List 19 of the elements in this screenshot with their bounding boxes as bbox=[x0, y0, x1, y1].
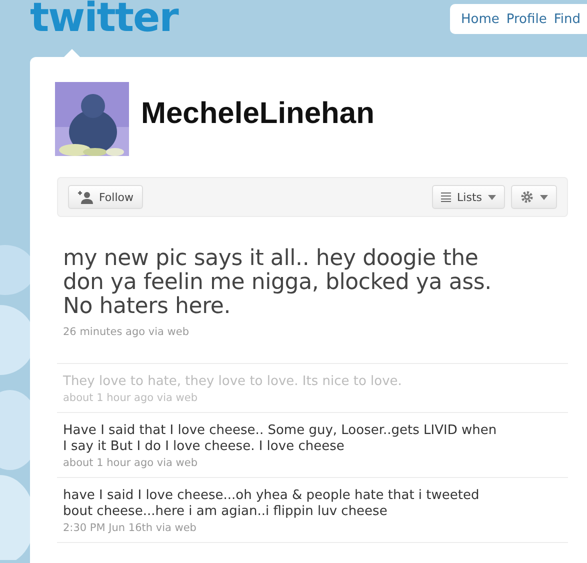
tweet-text: Have I said that I love cheese.. Some guy, Looser..gets LIVID when I say it But I do I love cheese. I love cheese bbox=[63, 423, 498, 455]
settings-icon bbox=[520, 190, 534, 204]
tweet-text: my new pic says it all.. hey doogie the don ya feelin me nigga, blocked ya ass. No haters here. bbox=[63, 247, 492, 319]
follow-button[interactable]: Follow bbox=[68, 185, 143, 209]
lists-button[interactable]: Lists bbox=[432, 185, 505, 209]
tweet-text: have I said I love cheese...oh yhea & people hate that i tweeted bout cheese...here i am agian..i flippin luv cheese bbox=[63, 488, 480, 520]
list-icon bbox=[441, 192, 452, 202]
tweet-meta[interactable]: 2:30 PM Jun 16th via web bbox=[63, 522, 562, 534]
nav-link[interactable]: Home bbox=[461, 12, 500, 26]
tweet-text: They love to hate, they love to love. Its nice to love. bbox=[63, 374, 403, 390]
settings-button[interactable] bbox=[511, 185, 557, 209]
caret-icon bbox=[488, 194, 496, 200]
tweet-meta[interactable]: 26 minutes ago via web bbox=[63, 326, 562, 338]
user-name: MecheleLinehan bbox=[141, 97, 374, 131]
tweet-meta[interactable]: about 1 hour ago via web bbox=[63, 457, 562, 469]
nav-link[interactable]: Find bbox=[554, 12, 580, 26]
add-person-icon bbox=[77, 190, 93, 204]
nav-link[interactable]: Profile bbox=[506, 12, 547, 26]
caret-icon bbox=[540, 194, 548, 200]
